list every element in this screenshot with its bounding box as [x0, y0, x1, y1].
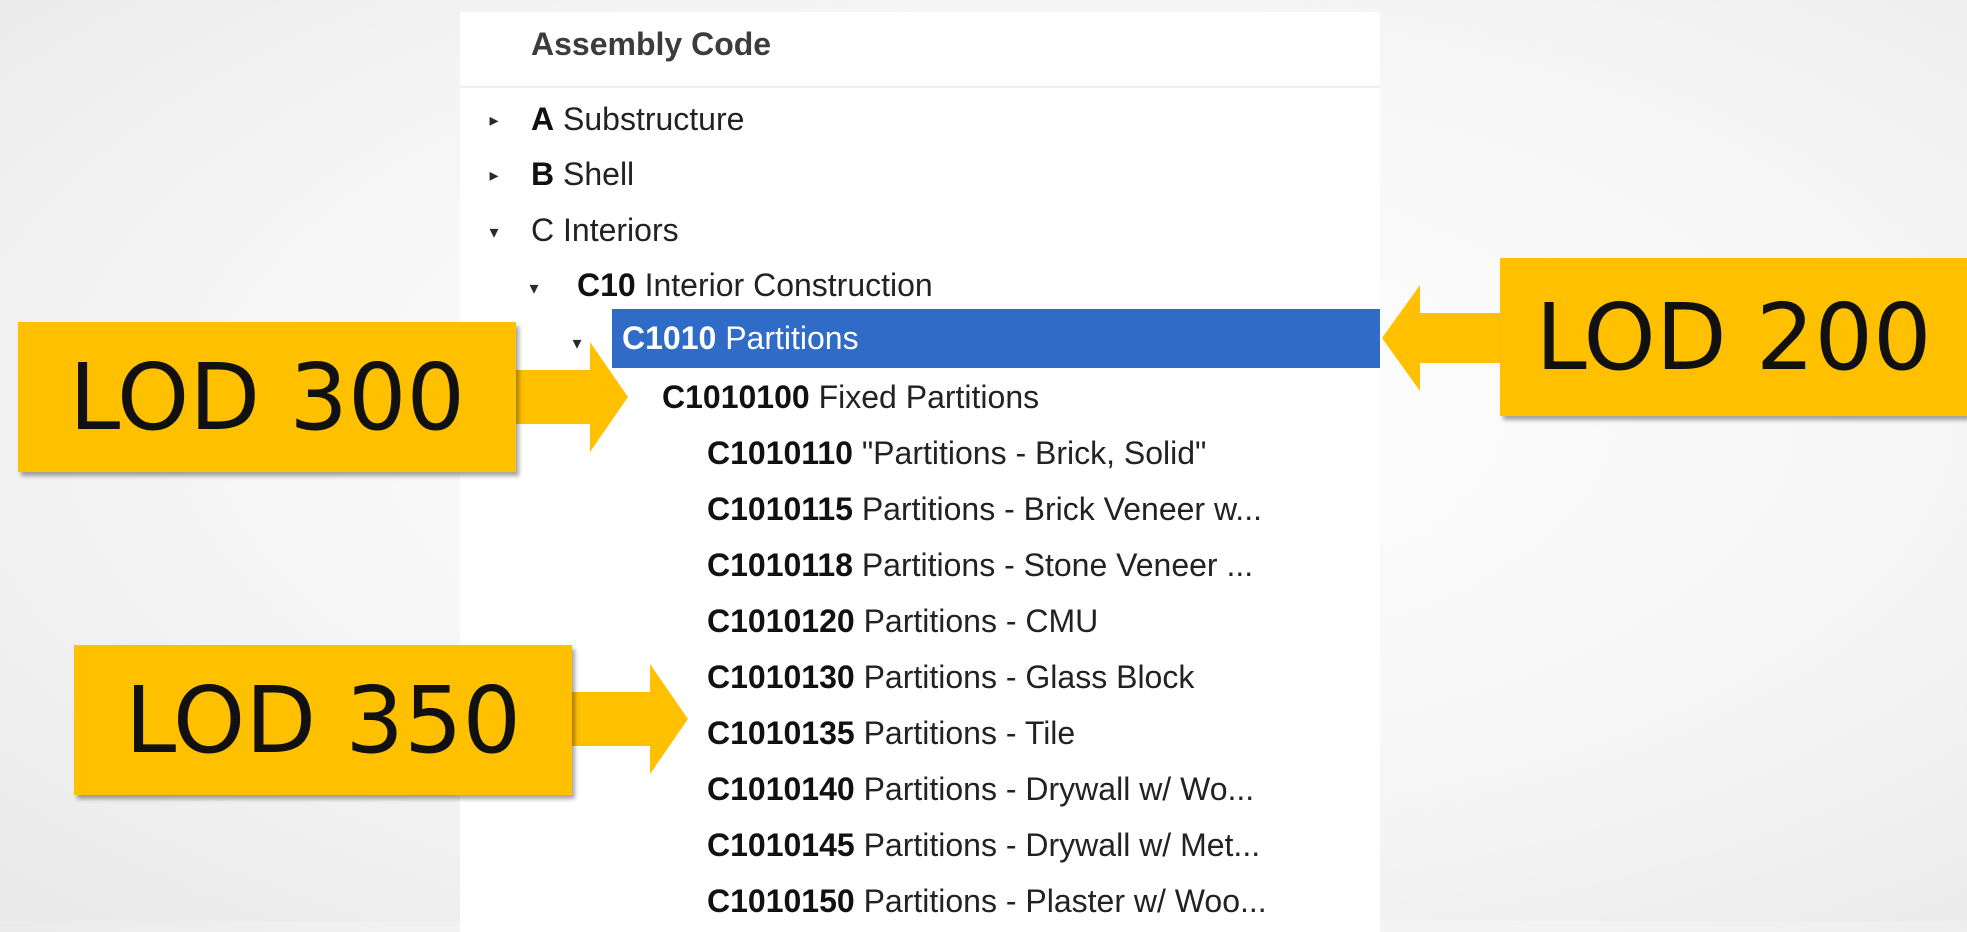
lod-350-label: LOD 350 — [124, 666, 522, 774]
tree-item-code: C — [531, 212, 555, 248]
tree-item-b[interactable]: B Shell — [531, 147, 634, 201]
arrow-icon — [570, 664, 688, 774]
tree-item-code: C1010130 — [707, 659, 855, 695]
tree-item-code: B — [531, 156, 555, 192]
lod-300-label: LOD 300 — [68, 343, 466, 451]
tree-item-c1010[interactable]: C1010 Partitions — [622, 311, 859, 365]
tree-item-c1010118[interactable]: C1010118 Partitions - Stone Veneer ... — [707, 538, 1253, 592]
tree-item-c1010115[interactable]: C1010115 Partitions - Brick Veneer w... — [707, 482, 1262, 536]
lod-200-callout: LOD 200 — [1500, 258, 1967, 416]
lod-350-callout: LOD 350 — [74, 645, 572, 795]
tree-item-c1010120[interactable]: C1010120 Partitions - CMU — [707, 594, 1098, 648]
tree-item-label: "Partitions - Brick, Solid" — [861, 435, 1207, 471]
tree-item-c1010150[interactable]: C1010150 Partitions - Plaster w/ Woo... — [707, 874, 1267, 928]
tree-item-code: C1010100 — [662, 379, 810, 415]
tree-item-label: Partitions - Tile — [863, 715, 1076, 751]
tree-item-label: Fixed Partitions — [818, 379, 1040, 415]
tree-item-label: Partitions — [725, 320, 859, 356]
tree-item-code: C1010135 — [707, 715, 855, 751]
lod-300-callout: LOD 300 — [18, 322, 516, 472]
tree-header-label: Assembly Code — [531, 26, 772, 62]
arrow-icon — [1382, 285, 1520, 391]
tree-item-label: Partitions - Stone Veneer ... — [861, 547, 1254, 583]
lod-200-label: LOD 200 — [1535, 283, 1932, 391]
tree-item-label: Shell — [563, 156, 635, 192]
tree-item-code: C1010115 — [707, 491, 853, 527]
tree-item-c1010135[interactable]: C1010135 Partitions - Tile — [707, 706, 1075, 760]
tree-item-label: Partitions - Drywall w/ Met... — [863, 827, 1261, 863]
tree-item-a[interactable]: A Substructure — [531, 92, 744, 146]
tree-item-code: C1010118 — [707, 547, 853, 583]
assembly-code-tree-panel: Assembly Code ▸ A Substructure ▸ B Shell… — [460, 12, 1380, 932]
tree-header: Assembly Code — [460, 12, 1380, 88]
tree-item-code: C1010145 — [707, 827, 855, 863]
expand-arrow-icon[interactable]: ▸ — [485, 111, 503, 129]
tree-item-label: Partitions - Glass Block — [863, 659, 1195, 695]
tree-item-label: Partitions - Drywall w/ Wo... — [863, 771, 1255, 807]
collapse-arrow-icon[interactable]: ▾ — [525, 279, 543, 297]
tree-item-label: Interiors — [563, 212, 679, 248]
tree-item-code: A — [531, 101, 555, 137]
tree-item-c1010145[interactable]: C1010145 Partitions - Drywall w/ Met... — [707, 818, 1260, 872]
tree-item-label: Partitions - Plaster w/ Woo... — [863, 883, 1267, 919]
tree-item-code: C1010 — [622, 320, 717, 356]
tree-item-c10[interactable]: C10 Interior Construction — [577, 258, 933, 312]
tree-item-code: C1010140 — [707, 771, 855, 807]
tree-item-c1010100[interactable]: C1010100 Fixed Partitions — [662, 370, 1039, 424]
tree-item-code: C1010110 — [707, 435, 853, 471]
expand-arrow-icon[interactable]: ▸ — [485, 166, 503, 184]
tree-item-c1010140[interactable]: C1010140 Partitions - Drywall w/ Wo... — [707, 762, 1254, 816]
tree-item-label: Substructure — [563, 101, 745, 137]
tree-item-code: C1010120 — [707, 603, 855, 639]
tree-item-label: Interior Construction — [644, 267, 933, 303]
tree-item-label: Partitions - CMU — [863, 603, 1099, 639]
tree-item-code: C1010150 — [707, 883, 855, 919]
tree-item-code: C10 — [577, 267, 636, 303]
collapse-arrow-icon[interactable]: ▾ — [485, 223, 503, 241]
tree-item-c[interactable]: C Interiors — [531, 203, 679, 257]
tree-item-c1010110[interactable]: C1010110 "Partitions - Brick, Solid" — [707, 426, 1206, 480]
tree-item-label: Partitions - Brick Veneer w... — [861, 491, 1262, 527]
arrow-icon — [515, 342, 628, 452]
tree-item-c1010130[interactable]: C1010130 Partitions - Glass Block — [707, 650, 1194, 704]
